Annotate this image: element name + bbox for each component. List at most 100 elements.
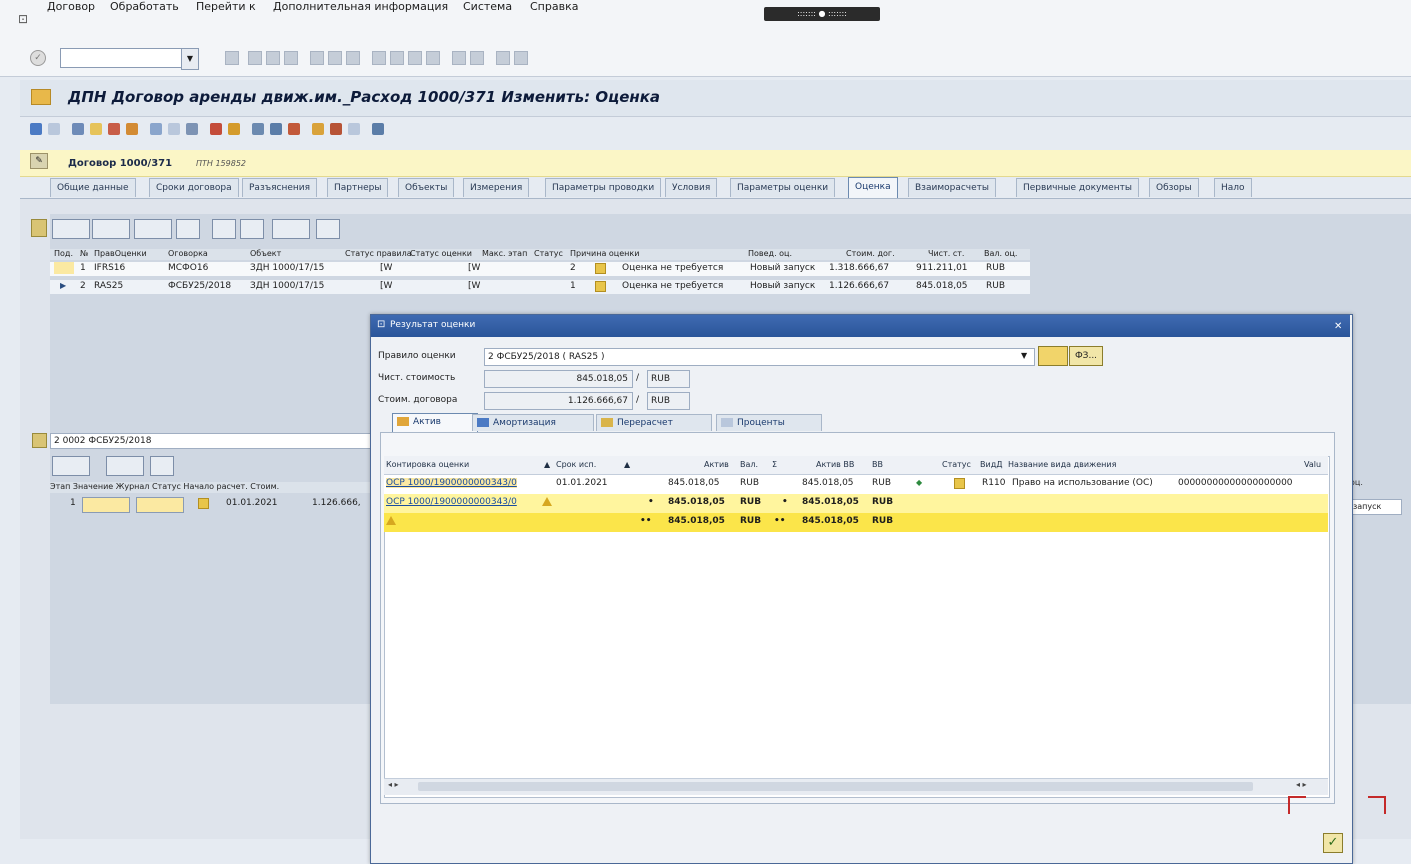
arrow-right-icon[interactable] xyxy=(48,123,60,135)
tab-overviews[interactable]: Обзоры xyxy=(1149,178,1199,197)
first-page-icon[interactable] xyxy=(372,51,386,65)
tab-depreciation[interactable]: Амортизация xyxy=(472,414,594,431)
status-icon[interactable] xyxy=(198,498,209,512)
check-icon[interactable] xyxy=(186,123,198,135)
status-icon[interactable] xyxy=(595,263,606,277)
enter-icon[interactable]: ✓ xyxy=(30,50,46,66)
exit-icon[interactable] xyxy=(266,51,280,65)
menu-item-edit[interactable]: Обработать xyxy=(110,0,179,13)
menu-item-system[interactable]: Система xyxy=(463,0,512,13)
col-date[interactable]: Срок исп. xyxy=(556,460,596,469)
tab-asset[interactable]: Актив xyxy=(392,413,478,432)
post-icon[interactable] xyxy=(288,123,300,135)
create-icon[interactable] xyxy=(90,123,102,135)
journal-button[interactable] xyxy=(136,497,184,513)
confirm-button[interactable]: ✓ xyxy=(1323,833,1343,853)
layout-icon[interactable] xyxy=(514,51,528,65)
tab-taxes[interactable]: Нало xyxy=(1214,178,1252,197)
table-row[interactable]: 1 IFRS16 МСФО16 ЗДН 1000/17/15 [W [W 2 О… xyxy=(50,262,1030,276)
object-icon[interactable] xyxy=(330,123,342,135)
menu-item-extras[interactable]: Дополнительная информация xyxy=(273,0,448,13)
print-button[interactable] xyxy=(240,219,264,239)
tab-general[interactable]: Общие данные xyxy=(50,178,136,197)
edit-icon[interactable] xyxy=(168,123,180,135)
print-icon[interactable] xyxy=(310,51,324,65)
scroll-thumb[interactable] xyxy=(418,782,1253,791)
print-preview-icon[interactable] xyxy=(270,123,282,135)
tab-conditions[interactable]: Условия xyxy=(665,178,718,197)
layout-button[interactable] xyxy=(52,219,90,239)
folder-icon[interactable] xyxy=(32,433,47,448)
notes-icon[interactable] xyxy=(228,123,240,135)
find-icon[interactable] xyxy=(328,51,342,65)
save-icon[interactable] xyxy=(225,51,239,65)
table-row[interactable]: 1 01.01.2021 1.126.666, xyxy=(50,496,380,514)
total-row[interactable]: •• 845.018,05 RUB •• 845.018,05 RUB xyxy=(384,513,1328,532)
command-dropdown-icon[interactable]: ▼ xyxy=(181,48,199,70)
tab-settlements[interactable]: Взаиморасчеты xyxy=(908,178,996,197)
detail-button[interactable] xyxy=(212,219,236,239)
cell-account-link[interactable]: ОСР 1000/1900000000343/0 xyxy=(386,478,517,488)
col-cur[interactable]: Вал. xyxy=(740,460,758,469)
row-selector[interactable] xyxy=(54,262,74,274)
status-icon[interactable] xyxy=(595,281,606,295)
info-icon[interactable] xyxy=(372,123,384,135)
col-asset-bb[interactable]: Актив ВВ xyxy=(816,460,854,469)
back-icon[interactable] xyxy=(248,51,262,65)
col-kind[interactable]: ВидД xyxy=(980,460,1002,469)
new-session-icon[interactable] xyxy=(452,51,466,65)
table-row[interactable]: ОСР 1000/1900000000343/0 01.01.2021 845.… xyxy=(384,475,1328,495)
export-button[interactable] xyxy=(176,219,200,239)
status-icon[interactable] xyxy=(954,478,965,492)
arrow-left-icon[interactable] xyxy=(30,123,42,135)
view-button-2[interactable] xyxy=(106,456,144,476)
tab-measurements[interactable]: Измерения xyxy=(463,178,530,197)
horizontal-scrollbar[interactable]: ◂ ▸ ◂ ▸ xyxy=(384,778,1328,795)
tab-partners[interactable]: Партнеры xyxy=(327,178,389,197)
delete-icon[interactable] xyxy=(210,123,222,135)
window-menu-icon[interactable]: ⊡ xyxy=(18,12,28,26)
filter-button[interactable] xyxy=(92,219,130,239)
tab-objects[interactable]: Объекты xyxy=(398,178,455,197)
col-value[interactable]: Valu xyxy=(1304,460,1321,469)
fz-button[interactable]: ФЗ... xyxy=(1069,346,1103,366)
col-asset[interactable]: Актив xyxy=(704,460,729,469)
tab-terms[interactable]: Сроки договора xyxy=(149,178,239,197)
chevron-down-icon[interactable]: ▼ xyxy=(1021,351,1027,360)
shortcut-icon[interactable] xyxy=(470,51,484,65)
partner-icon[interactable] xyxy=(312,123,324,135)
command-field[interactable] xyxy=(60,48,182,68)
rule-select[interactable]: 2 ФСБУ25/2018 ( RAS25 ) xyxy=(484,348,1035,366)
scroll-left-icon[interactable]: ◂ ▸ xyxy=(388,780,399,789)
attachment-icon[interactable] xyxy=(252,123,264,135)
menu-item-goto[interactable]: Перейти к xyxy=(196,0,256,13)
tab-explanations[interactable]: Разъяснения xyxy=(242,178,318,197)
window-handle[interactable]: ::::::: ● ::::::: xyxy=(764,7,880,21)
table-row[interactable]: ▶ 2 RAS25 ФСБУ25/2018 ЗДН 1000/17/15 [W … xyxy=(50,280,1030,294)
menu-item-help[interactable]: Справка xyxy=(530,0,578,13)
subtotal-row[interactable]: ОСР 1000/1900000000343/0 • 845.018,05 RU… xyxy=(384,494,1328,513)
pencil-icon[interactable]: ✎ xyxy=(30,153,48,169)
valuation-rule-field[interactable]: 2 0002 ФСБУ25/2018 xyxy=(50,433,375,449)
menu-item-contract[interactable]: Договор xyxy=(47,0,95,13)
cell-account-link[interactable]: ОСР 1000/1900000000343/0 xyxy=(386,497,517,507)
next-page-icon[interactable] xyxy=(408,51,422,65)
simulate-icon[interactable] xyxy=(150,123,162,135)
view-button[interactable] xyxy=(272,219,310,239)
last-page-icon[interactable] xyxy=(426,51,440,65)
tab-source-docs[interactable]: Первичные документы xyxy=(1016,178,1139,197)
col-status[interactable]: Статус xyxy=(942,460,971,469)
cancel-icon[interactable] xyxy=(284,51,298,65)
tab-valuation-params[interactable]: Параметры оценки xyxy=(730,178,836,197)
col-name[interactable]: Название вида движения xyxy=(1008,460,1116,469)
info-button-2[interactable] xyxy=(150,456,174,476)
help-icon[interactable] xyxy=(496,51,510,65)
tab-valuation[interactable]: Оценка xyxy=(848,177,898,198)
tab-recalc[interactable]: Перерасчет xyxy=(596,414,712,431)
tab-interest[interactable]: Проценты xyxy=(716,414,822,431)
col-account[interactable]: Контировка оценки xyxy=(386,460,469,469)
value-button[interactable] xyxy=(82,497,130,513)
info-button[interactable] xyxy=(316,219,340,239)
layout-button-2[interactable] xyxy=(52,456,90,476)
select-all-icon[interactable] xyxy=(31,219,47,237)
